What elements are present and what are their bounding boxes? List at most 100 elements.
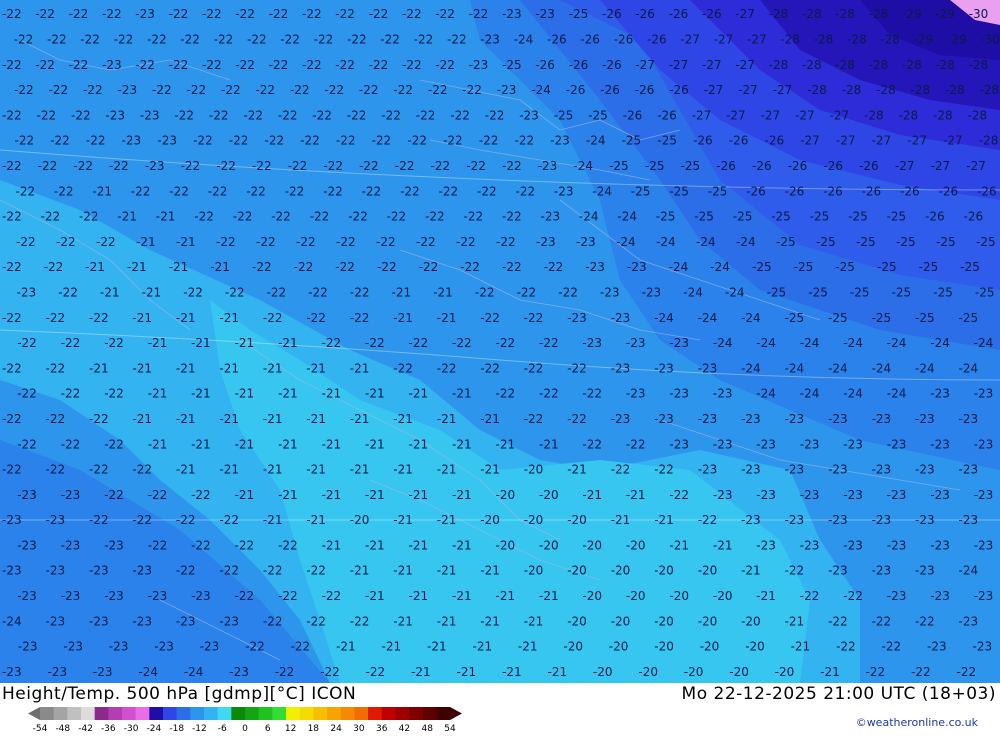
temperature-value: -23 xyxy=(541,210,561,224)
temperature-value: -22 xyxy=(466,159,486,173)
temperature-value: -23 xyxy=(567,311,587,325)
temperature-value: -22 xyxy=(516,184,536,198)
temperature-value: -23 xyxy=(17,286,37,300)
temperature-value: -21 xyxy=(473,640,493,654)
temperature-value: -21 xyxy=(452,437,472,451)
temperature-value: -27 xyxy=(704,83,724,97)
temperature-value: -25 xyxy=(892,286,912,300)
temperature-value: -21 xyxy=(365,538,385,552)
temperature-value: -22 xyxy=(654,463,674,477)
temperature-value: -22 xyxy=(80,33,100,47)
temperature-value: -22 xyxy=(348,210,368,224)
temperature-value: -22 xyxy=(148,488,168,502)
temperature-value: -21 xyxy=(278,387,298,401)
temperature-value: -22 xyxy=(310,210,330,224)
footer-bar: Height/Temp. 500 hPa [gdmp][°C] ICON Mo … xyxy=(0,683,1000,734)
temperature-value: -23 xyxy=(122,134,142,148)
temperature-value: -26 xyxy=(647,33,667,47)
temperature-value: -25 xyxy=(622,134,642,148)
temperature-value: -25 xyxy=(694,210,714,224)
temperature-value: -23 xyxy=(669,336,689,350)
temperature-value: -21 xyxy=(518,640,538,654)
temperature-value: -20 xyxy=(611,564,631,578)
legend-swatch xyxy=(409,707,423,720)
temperature-value: -20 xyxy=(638,665,658,679)
temperature-value: -22 xyxy=(180,33,200,47)
temperature-value: -25 xyxy=(656,210,676,224)
temperature-value: -22 xyxy=(300,134,320,148)
temperature-value: -22 xyxy=(263,564,283,578)
temperature-value: -27 xyxy=(635,58,655,72)
temperature-value: -28 xyxy=(802,7,822,21)
temperature-value: -21 xyxy=(393,614,413,628)
temperature-value: -22 xyxy=(89,311,109,325)
temperature-value: -22 xyxy=(477,184,497,198)
temperature-value: -22 xyxy=(524,361,544,375)
temperature-value: -24 xyxy=(800,336,820,350)
temperature-value: -21 xyxy=(756,589,776,603)
legend-swatch xyxy=(204,707,218,720)
temperature-value: -22 xyxy=(308,286,328,300)
temperature-value: -20 xyxy=(350,513,370,527)
temperature-value: -21 xyxy=(437,311,457,325)
temperature-value: -22 xyxy=(435,58,455,72)
temperature-value: -22 xyxy=(58,286,78,300)
temperature-value: -23 xyxy=(669,437,689,451)
temperature-value: -23 xyxy=(698,412,718,426)
temperature-value: -27 xyxy=(669,58,689,72)
temperature-value: -22 xyxy=(194,210,214,224)
temperature-value: -25 xyxy=(848,210,868,224)
temperature-value: -21 xyxy=(132,412,152,426)
temperature-value: -23 xyxy=(915,513,935,527)
temperature-value: -21 xyxy=(480,463,500,477)
temperature-value: -23 xyxy=(118,83,138,97)
temperature-value: -21 xyxy=(365,589,385,603)
temperature-value: -23 xyxy=(535,7,555,21)
legend-tick: -48 xyxy=(55,724,70,733)
temperature-value: -23 xyxy=(626,336,646,350)
temperature-value: -22 xyxy=(17,437,37,451)
temperature-value: -22 xyxy=(235,58,255,72)
temperature-value: -23 xyxy=(135,7,155,21)
temperature-value: -23 xyxy=(576,235,596,249)
temperature-value: -26 xyxy=(566,83,586,97)
temperature-value: -23 xyxy=(554,184,574,198)
temperature-value: -22 xyxy=(785,564,805,578)
temperature-value: -26 xyxy=(752,159,772,173)
temperature-value: -22 xyxy=(416,235,436,249)
temperature-value: -21 xyxy=(306,463,326,477)
temperature-value: -21 xyxy=(409,538,429,552)
temperature-value: -22 xyxy=(582,387,602,401)
temperature-value: -26 xyxy=(547,33,567,47)
temperature-value: -22 xyxy=(323,184,343,198)
temperature-value: -21 xyxy=(409,589,429,603)
temperature-value: -27 xyxy=(747,33,767,47)
temperature-value: -22 xyxy=(71,108,91,122)
temperature-value: -23 xyxy=(843,538,863,552)
legend-tick: -36 xyxy=(101,724,116,733)
legend-swatch xyxy=(94,707,109,720)
credit-link[interactable]: ©weatheronline.co.uk xyxy=(856,716,978,729)
temperature-value: -21 xyxy=(235,437,255,451)
temperature-value: -21 xyxy=(437,564,457,578)
temperature-value: -24 xyxy=(741,361,761,375)
temperature-value: -22 xyxy=(131,184,151,198)
temperature-value: -21 xyxy=(278,437,298,451)
temperature-value: -21 xyxy=(350,361,370,375)
temperature-value: -22 xyxy=(225,286,245,300)
temperature-value: -22 xyxy=(582,437,602,451)
temperature-value: -22 xyxy=(336,134,356,148)
temperature-value: -22 xyxy=(109,159,129,173)
temperature-value: -23 xyxy=(756,538,776,552)
temperature-value: -20 xyxy=(524,463,544,477)
temperature-value: -21 xyxy=(365,488,385,502)
temperature-value: -23 xyxy=(46,564,66,578)
temperature-value: -22 xyxy=(314,33,334,47)
temperature-value: -28 xyxy=(869,7,889,21)
temperature-value: -21 xyxy=(548,665,568,679)
temperature-value: -22 xyxy=(46,412,66,426)
legend-tick: -18 xyxy=(169,724,184,733)
temperature-value: -28 xyxy=(835,7,855,21)
temperature-value: -26 xyxy=(635,7,655,21)
temperature-value: -24 xyxy=(725,286,745,300)
